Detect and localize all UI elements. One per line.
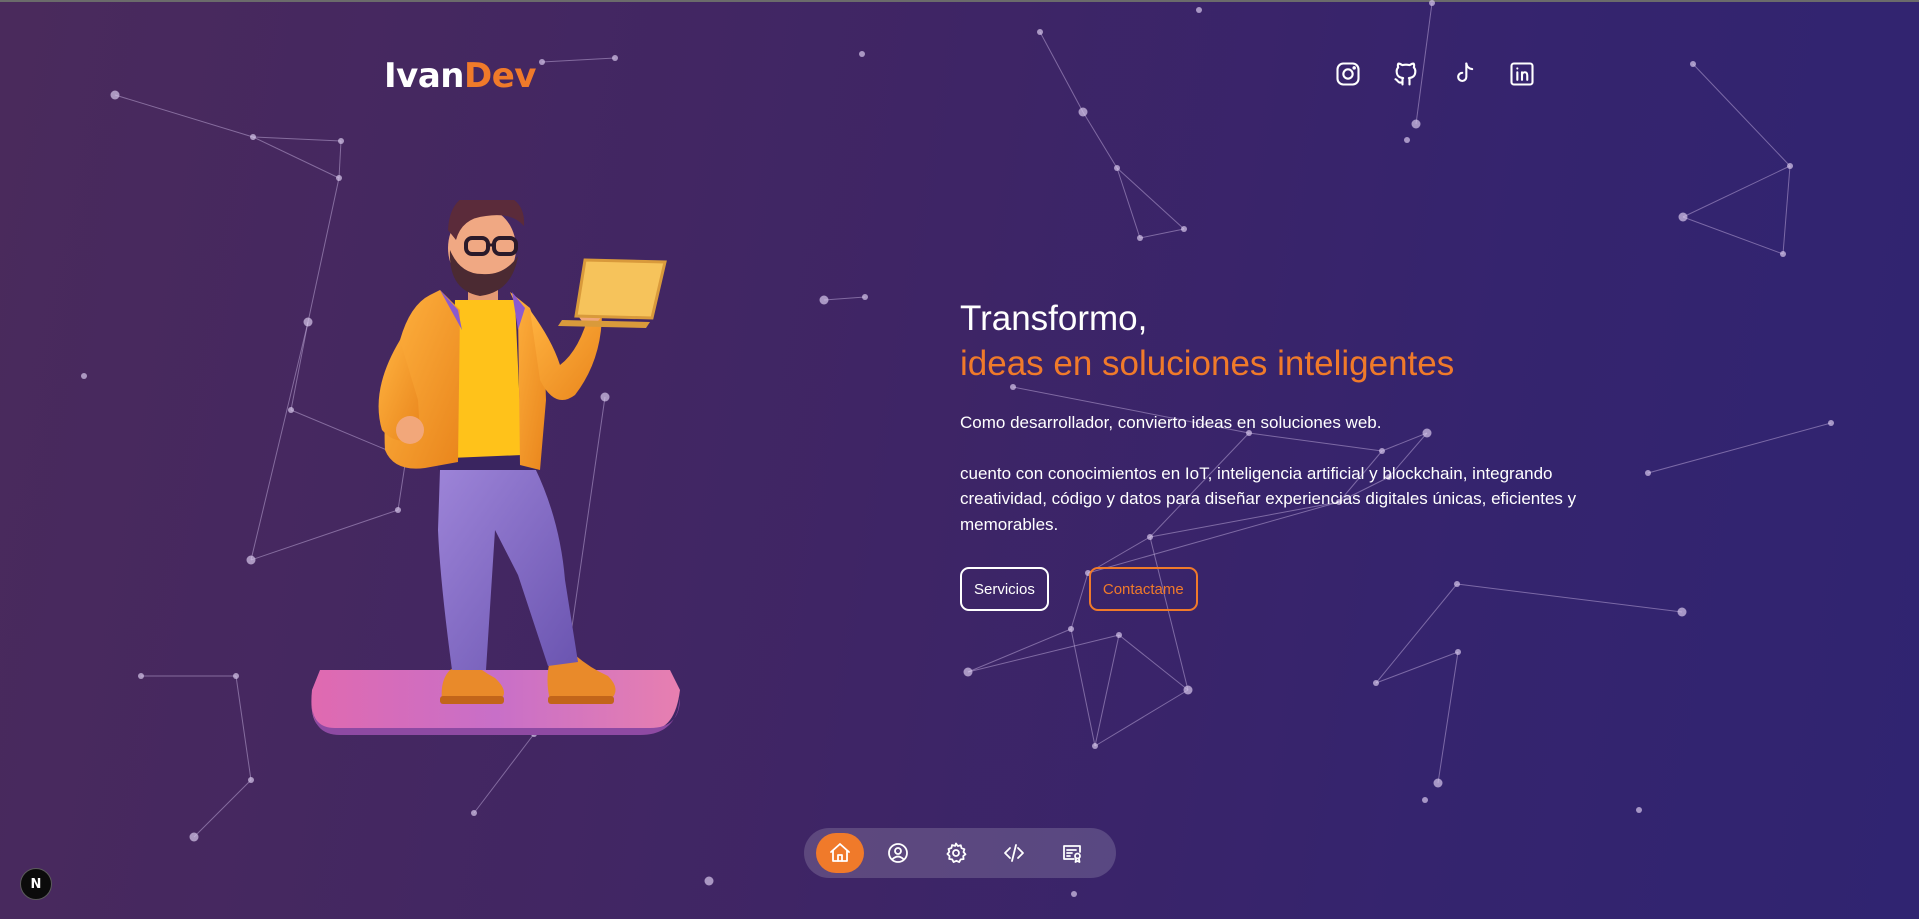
network-link (1682, 165, 1791, 218)
network-node (1078, 107, 1088, 117)
network-link (114, 94, 254, 138)
network-node (1645, 470, 1651, 476)
network-node (1677, 607, 1687, 617)
network-node (612, 55, 618, 61)
brand-logo[interactable]: IvanDev (384, 56, 536, 96)
network-node (963, 667, 973, 677)
linkedin-icon (1510, 62, 1534, 86)
hero-paragraph-skills: cuento con conocimientos en IoT, intelig… (960, 463, 1577, 534)
network-link (1094, 634, 1120, 747)
user-icon (888, 843, 908, 863)
network-node (250, 134, 256, 140)
github-link[interactable] (1390, 58, 1422, 90)
network-link (252, 136, 340, 179)
network-node (1404, 137, 1410, 143)
network-node (1114, 165, 1120, 171)
network-node (248, 777, 254, 783)
network-node (1137, 235, 1143, 241)
network-node (1373, 680, 1379, 686)
hero-subtitle: ideas en soluciones inteligentes (960, 344, 1455, 383)
network-node (1068, 626, 1074, 632)
instagram-link[interactable] (1332, 58, 1364, 90)
network-node (233, 673, 239, 679)
network-link (1039, 31, 1084, 113)
network-link (1082, 111, 1118, 169)
network-node (1636, 807, 1642, 813)
network-link (252, 136, 342, 142)
network-link (1782, 165, 1791, 255)
network-node (704, 876, 714, 886)
nav-projects[interactable] (990, 833, 1038, 873)
network-node (471, 810, 477, 816)
network-link (541, 57, 616, 63)
network-node (1678, 212, 1688, 222)
network-link (1070, 628, 1096, 747)
network-node (1828, 420, 1834, 426)
instagram-icon (1336, 62, 1360, 86)
code-icon (1004, 844, 1024, 862)
network-node (1196, 7, 1202, 13)
network-link (1692, 63, 1791, 167)
contact-button[interactable]: Contactame (1088, 567, 1198, 611)
network-node (110, 90, 120, 100)
certificate-icon (1063, 845, 1081, 863)
hero-actions: Servicios Contactame (960, 567, 1580, 611)
network-node (1690, 61, 1696, 67)
services-button[interactable]: Servicios (960, 567, 1049, 611)
network-node (539, 59, 545, 65)
network-node (81, 373, 87, 379)
social-links (1332, 58, 1538, 90)
network-node (138, 673, 144, 679)
network-link (193, 779, 252, 838)
network-node (336, 175, 342, 181)
network-node (819, 295, 829, 305)
github-icon (1394, 62, 1417, 86)
hero-paragraph-intro: Como desarrollador, convierto ideas en s… (960, 413, 1382, 432)
network-node (246, 555, 256, 565)
brand-logo-second: Dev (463, 56, 536, 96)
network-node (1787, 163, 1793, 169)
network-node (189, 832, 199, 842)
network-node (338, 138, 344, 144)
brand-logo-first: Ivan (384, 56, 464, 96)
network-node (859, 51, 865, 57)
framework-dev-badge[interactable]: N (20, 868, 52, 900)
network-link (1647, 422, 1832, 474)
network-link (1139, 228, 1185, 239)
nav-about[interactable] (874, 833, 922, 873)
nav-home[interactable] (816, 833, 864, 873)
network-node (1411, 119, 1421, 129)
network-node (1429, 0, 1435, 6)
network-node (1181, 226, 1187, 232)
linkedin-link[interactable] (1506, 58, 1538, 90)
network-node (1037, 29, 1043, 35)
network-link (1682, 216, 1784, 255)
developer-character-illustration (311, 200, 680, 735)
network-link (1437, 651, 1459, 784)
network-node (1780, 251, 1786, 257)
network-link (823, 296, 866, 301)
bottom-navigation-dock (804, 828, 1116, 878)
network-node (1455, 649, 1461, 655)
tiktok-icon (1457, 62, 1474, 83)
network-link (1094, 689, 1189, 747)
network-link (235, 675, 252, 781)
network-link (1118, 634, 1189, 691)
nav-services[interactable] (932, 833, 980, 873)
network-node (1422, 797, 1428, 803)
network-link (338, 140, 342, 179)
gear-icon (946, 842, 967, 863)
network-link (473, 733, 535, 814)
hero-content: Transformo, ideas en soluciones intelige… (960, 296, 1580, 611)
network-node (1183, 685, 1193, 695)
hero-title: Transformo, (960, 299, 1148, 338)
tiktok-link[interactable] (1448, 58, 1480, 90)
home-icon (830, 843, 850, 862)
network-node (1433, 778, 1443, 788)
network-node (1071, 891, 1077, 897)
network-node (1092, 743, 1098, 749)
network-node (1116, 632, 1122, 638)
nav-certificates[interactable] (1048, 833, 1096, 873)
network-node (862, 294, 868, 300)
